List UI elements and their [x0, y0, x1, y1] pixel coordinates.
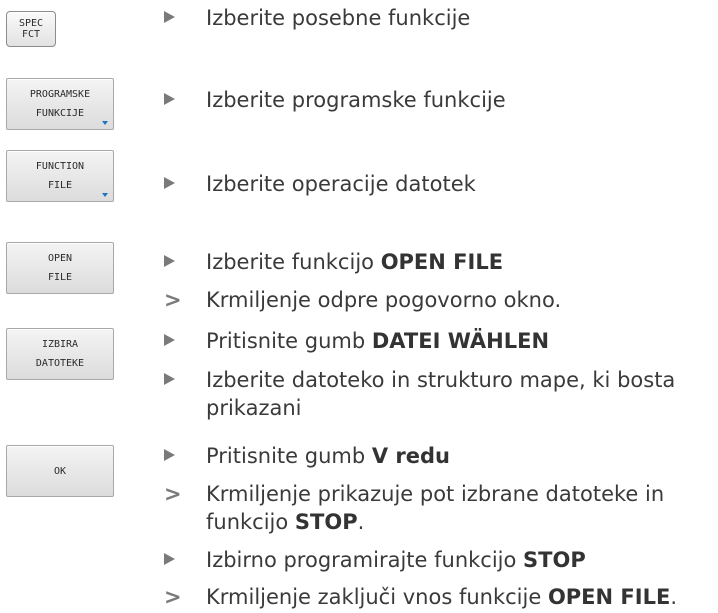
step-text-plain: funkcijo [206, 510, 295, 534]
spec-fct-key-line1: SPEC [18, 17, 44, 29]
spec-fct-key-line2: FCT [21, 29, 41, 40]
triangle-bullet-icon [164, 93, 175, 105]
step-text: Izberite funkcijo OPEN FILE [164, 248, 712, 276]
step-action: Pritisnite gumb V redu [164, 442, 712, 470]
triangle-bullet-icon [164, 255, 175, 267]
step-text: Izberite datoteko in strukturo mape, ki … [206, 368, 676, 392]
softkey-label-line1: IZBIRA [41, 339, 79, 350]
step-text: Izbirno programirajte funkcijo STOP [164, 546, 712, 574]
softkey-label-line2: FILE [47, 272, 73, 283]
result-arrow-icon: > [164, 482, 182, 506]
softkey-label-line1: PROGRAMSKE [29, 89, 91, 100]
submenu-indicator-icon [102, 121, 108, 125]
step-text: Izberite programske funkcije [206, 88, 506, 112]
step-text-bold: STOP [523, 548, 586, 572]
softkey-label-line2: DATOTEKE [35, 358, 85, 369]
ok-softkey[interactable]: OK [6, 445, 114, 497]
result-arrow-icon: > [164, 288, 182, 312]
izbira-datoteke-softkey[interactable]: IZBIRA DATOTEKE [6, 328, 114, 380]
step-text: Krmiljenje prikazuje pot izbrane datotek… [206, 482, 665, 506]
step-text-bold: V redu [371, 444, 451, 468]
triangle-bullet-icon [164, 553, 175, 565]
triangle-bullet-icon [164, 177, 175, 189]
open-file-softkey[interactable]: OPEN FILE [6, 242, 114, 294]
step-text-bold: DATEI WÄHLEN [371, 329, 550, 353]
triangle-bullet-icon [164, 449, 175, 461]
step-action: Izbirno programirajte funkcijo STOP [164, 546, 712, 574]
triangle-bullet-icon [164, 334, 175, 346]
spec-fct-key[interactable]: SPEC FCT [6, 11, 56, 47]
submenu-indicator-icon [102, 193, 108, 197]
step-text-bold: OPEN FILE [380, 250, 504, 274]
softkey-label-line1: OPEN [47, 253, 73, 264]
step-text-plain: Pritisnite gumb [206, 444, 372, 468]
step-text-punct: . [670, 585, 677, 609]
softkey-label-line1: FUNCTION [35, 161, 85, 172]
programske-funkcije-softkey[interactable]: PROGRAMSKE FUNKCIJE [6, 78, 114, 130]
softkey-label-line1: OK [53, 465, 67, 477]
step-text-plain: Krmiljenje zaključi vnos funkcije [206, 585, 548, 609]
triangle-bullet-icon [164, 373, 175, 385]
step-action: Izberite operacije datotek [164, 170, 712, 198]
step-text: Pritisnite gumb V redu [164, 442, 712, 470]
step-action: Izberite funkcijo OPEN FILE [164, 248, 712, 276]
function-file-softkey[interactable]: FUNCTION FILE [6, 150, 114, 202]
step-text: Krmiljenje odpre pogovorno okno. [206, 288, 562, 312]
result-arrow-icon: > [164, 585, 182, 609]
step-action: Izberite programske funkcije [164, 86, 712, 114]
step-text-plain: Izbirno programirajte funkcijo [206, 548, 524, 572]
step-action: Izberite datoteko in strukturo mape, ki … [164, 366, 712, 422]
step-text-punct: . [357, 510, 365, 534]
step-text: Izberite operacije datotek [206, 172, 476, 196]
step-text: Izberite posebne funkcije [206, 6, 471, 30]
step-result: > Krmiljenje odpre pogovorno okno. [164, 286, 712, 314]
softkey-label-line2: FUNKCIJE [35, 108, 85, 119]
step-text: Krmiljenje zaključi vnos funkcije OPEN F… [164, 583, 712, 611]
step-action: Pritisnite gumb DATEI WÄHLEN [164, 327, 712, 355]
step-text-continued: funkcijo STOP. [164, 508, 712, 536]
step-text-plain: Izberite funkcijo [206, 250, 381, 274]
triangle-bullet-icon [164, 11, 175, 23]
step-result: > Krmiljenje zaključi vnos funkcije OPEN… [164, 583, 712, 611]
step-action: Izberite posebne funkcije [164, 4, 712, 32]
step-text-continued: prikazani [206, 396, 302, 420]
step-text-plain: Pritisnite gumb [206, 329, 372, 353]
step-text-bold: STOP [294, 510, 358, 534]
softkey-label-line2: FILE [47, 180, 73, 191]
step-text-bold: OPEN FILE [547, 585, 671, 609]
step-result: > Krmiljenje prikazuje pot izbrane datot… [164, 480, 712, 536]
step-text: Pritisnite gumb DATEI WÄHLEN [164, 327, 712, 355]
